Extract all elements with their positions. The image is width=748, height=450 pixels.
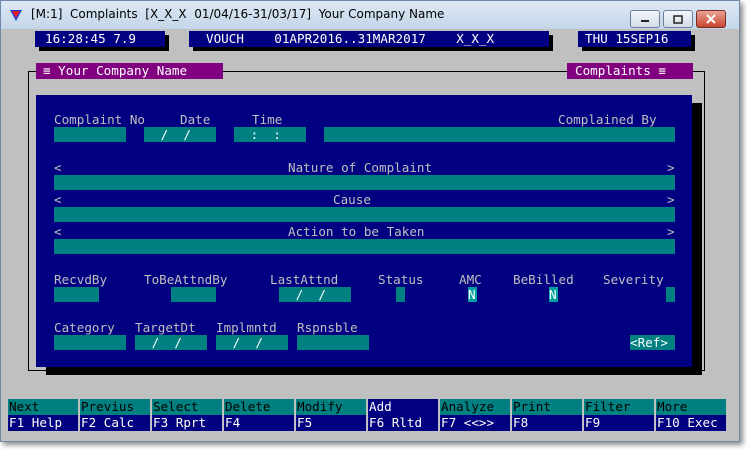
time-label: Time (252, 112, 283, 127)
print-key[interactable]: Print (512, 399, 582, 415)
maximize-button[interactable] (663, 10, 693, 28)
f4-key[interactable]: F4 (224, 415, 294, 431)
complaint-no-field[interactable] (54, 127, 126, 142)
delete-key[interactable]: Delete (224, 399, 294, 415)
target-dt-field[interactable]: / / (135, 335, 207, 350)
recvd-by-label: RecvdBy (54, 272, 108, 287)
action-scroll-left[interactable]: < (54, 224, 62, 239)
close-icon (706, 14, 716, 24)
next-key[interactable]: Next (8, 399, 78, 415)
ref-button[interactable]: <Ref> (630, 335, 675, 350)
f10-exec-key[interactable]: F10 Exec (656, 415, 726, 431)
cause-scroll-right[interactable]: > (667, 192, 675, 207)
action-label: Action to be Taken (288, 224, 425, 239)
app-logo-icon (10, 10, 22, 21)
nature-scroll-right[interactable]: > (667, 160, 675, 175)
cause-scroll-left[interactable]: < (54, 192, 62, 207)
action-field[interactable] (54, 239, 675, 254)
app-window: [M:1] Complaints [X_X_X 01/04/16-31/03/1… (0, 0, 740, 442)
category-label: Category (54, 320, 115, 335)
module-header[interactable]: Complaints ≡ (567, 63, 693, 79)
minimize-icon (641, 20, 649, 22)
f3-report-key[interactable]: F3 Rprt (152, 415, 222, 431)
implmntd-field[interactable]: / / (216, 335, 288, 350)
last-attnd-label: LastAttnd (270, 272, 339, 287)
f7-key[interactable]: F7 <<>> (440, 415, 510, 431)
target-dt-label: TargetDt (135, 320, 196, 335)
to-be-attnd-by-label: ToBeAttndBy (144, 272, 228, 287)
f2-calc-key[interactable]: F2 Calc (80, 415, 150, 431)
amc-label: AMC (459, 272, 482, 287)
date-display: THU 15SEP16 (578, 31, 691, 47)
title-bar[interactable]: [M:1] Complaints [X_X_X 01/04/16-31/03/1… (1, 1, 739, 29)
implmntd-label: Implmntd (216, 320, 277, 335)
be-billed-label: BeBilled (513, 272, 574, 287)
to-be-attnd-by-field[interactable] (171, 287, 216, 302)
amc-field[interactable]: N (468, 287, 477, 302)
maximize-icon (673, 14, 683, 24)
clock-display: 16:28:45 7.9 (35, 31, 165, 47)
modify-key[interactable]: Modify (296, 399, 366, 415)
close-button[interactable] (696, 10, 726, 28)
complained-by-field[interactable] (324, 127, 675, 142)
f9-key[interactable]: F9 (584, 415, 654, 431)
last-attnd-field[interactable]: / / (279, 287, 351, 302)
time-field[interactable]: : : (234, 127, 306, 142)
nature-scroll-left[interactable]: < (54, 160, 62, 175)
severity-label: Severity (603, 272, 664, 287)
nature-field[interactable] (54, 175, 675, 190)
status-field[interactable] (396, 287, 405, 302)
action-scroll-right[interactable]: > (667, 224, 675, 239)
filter-key[interactable]: Filter (584, 399, 654, 415)
previous-key[interactable]: Previus (80, 399, 150, 415)
window-title: [M:1] Complaints [X_X_X 01/04/16-31/03/1… (31, 7, 445, 21)
recvd-by-field[interactable] (54, 287, 99, 302)
rspnsble-label: Rspnsble (297, 320, 358, 335)
company-header[interactable]: ≡ Your Company Name (36, 63, 223, 79)
be-billed-field[interactable]: N (549, 287, 558, 302)
category-field[interactable] (54, 335, 126, 350)
cause-field[interactable] (54, 207, 675, 222)
add-key[interactable]: Add (368, 399, 438, 415)
status-label: Status (378, 272, 424, 287)
complaint-no-label: Complaint No (54, 112, 145, 127)
date-field[interactable]: / / (144, 127, 216, 142)
voucher-period-display: VOUCH 01APR2016..31MAR2017 X_X_X (189, 31, 549, 47)
select-key[interactable]: Select (152, 399, 222, 415)
f1-help-key[interactable]: F1 Help (8, 415, 78, 431)
more-key[interactable]: More (656, 399, 726, 415)
severity-field[interactable] (666, 287, 675, 302)
nature-label: Nature of Complaint (288, 160, 433, 175)
complained-by-label: Complained By (558, 112, 657, 127)
rspnsble-field[interactable] (297, 335, 369, 350)
analyze-key[interactable]: Analyze (440, 399, 510, 415)
f5-key[interactable]: F5 (296, 415, 366, 431)
cause-label: Cause (333, 192, 371, 207)
minimize-button[interactable] (630, 10, 660, 28)
f6-related-key[interactable]: F6 Rltd (368, 415, 438, 431)
date-label: Date (180, 112, 211, 127)
f8-key[interactable]: F8 (512, 415, 582, 431)
